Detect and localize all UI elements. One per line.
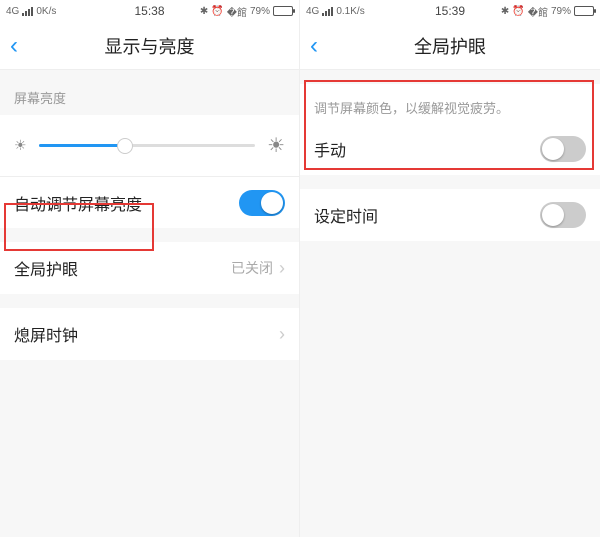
eye-care-value: 已关闭	[231, 258, 273, 278]
signal-icon	[322, 7, 333, 16]
brightness-slider[interactable]	[39, 144, 256, 147]
status-bar: 4G 0.1K/s 15:39 ✱ ⏰ �館 79%	[300, 0, 600, 22]
manual-toggle[interactable]	[540, 136, 586, 162]
bluetooth-icon: ✱	[501, 6, 509, 17]
battery-pct: 79%	[551, 6, 571, 17]
network-label: 4G	[306, 6, 319, 17]
net-speed: 0.1K/s	[336, 6, 364, 17]
manual-row[interactable]: 手动	[300, 123, 600, 175]
battery-icon	[574, 6, 594, 16]
set-time-row[interactable]: 设定时间	[300, 189, 600, 241]
status-bar: 4G 0K/s 15:38 ✱ ⏰ �館 79%	[0, 0, 299, 22]
brightness-slider-row: ☀ ☀	[0, 115, 299, 176]
page-title: 显示与亮度	[105, 33, 195, 59]
screen-clock-row[interactable]: 熄屏时钟 ›	[0, 308, 299, 360]
auto-brightness-row[interactable]: 自动调节屏幕亮度	[0, 176, 299, 228]
eye-care-label: 全局护眼	[14, 256, 78, 280]
manual-label: 手动	[314, 137, 346, 161]
auto-brightness-label: 自动调节屏幕亮度	[14, 191, 142, 215]
chevron-right-icon: ›	[279, 324, 285, 345]
chevron-right-icon: ›	[279, 258, 285, 279]
set-time-label: 设定时间	[314, 203, 378, 227]
sun-low-icon: ☀	[14, 137, 27, 154]
signal-icon	[22, 7, 33, 16]
battery-pct: 79%	[250, 6, 270, 17]
screen-display-brightness: 4G 0K/s 15:38 ✱ ⏰ �館 79% ‹ 显示与亮度 屏幕亮度 ☀ …	[0, 0, 300, 537]
screen-clock-label: 熄屏时钟	[14, 322, 78, 346]
nav-bar: ‹ 显示与亮度	[0, 22, 299, 70]
network-label: 4G	[6, 6, 19, 17]
sun-high-icon: ☀	[267, 133, 285, 158]
wifi-icon: �館	[528, 4, 548, 19]
battery-icon	[273, 6, 293, 16]
set-time-toggle[interactable]	[540, 202, 586, 228]
brightness-slider-thumb[interactable]	[117, 138, 133, 154]
manual-group: 调节屏幕颜色，以缓解视觉疲劳。 手动	[300, 84, 600, 175]
brightness-section-label: 屏幕亮度	[0, 70, 299, 115]
auto-brightness-toggle[interactable]	[239, 190, 285, 216]
page-title: 全局护眼	[414, 33, 486, 59]
nav-bar: ‹ 全局护眼	[300, 22, 600, 70]
net-speed: 0K/s	[36, 6, 56, 17]
screen-eye-care: 4G 0.1K/s 15:39 ✱ ⏰ �館 79% ‹ 全局护眼 调节屏幕颜色…	[300, 0, 600, 537]
eye-care-hint: 调节屏幕颜色，以缓解视觉疲劳。	[300, 84, 600, 123]
eye-care-row[interactable]: 全局护眼 已关闭 ›	[0, 242, 299, 294]
wifi-icon: �館	[227, 4, 247, 19]
back-button[interactable]: ‹	[310, 32, 334, 60]
bluetooth-icon: ✱	[200, 6, 208, 17]
brightness-slider-fill	[39, 144, 126, 147]
alarm-icon: ⏰	[211, 6, 223, 17]
clock: 15:38	[134, 4, 164, 18]
back-button[interactable]: ‹	[10, 32, 34, 60]
alarm-icon: ⏰	[512, 6, 524, 17]
clock: 15:39	[435, 4, 465, 18]
